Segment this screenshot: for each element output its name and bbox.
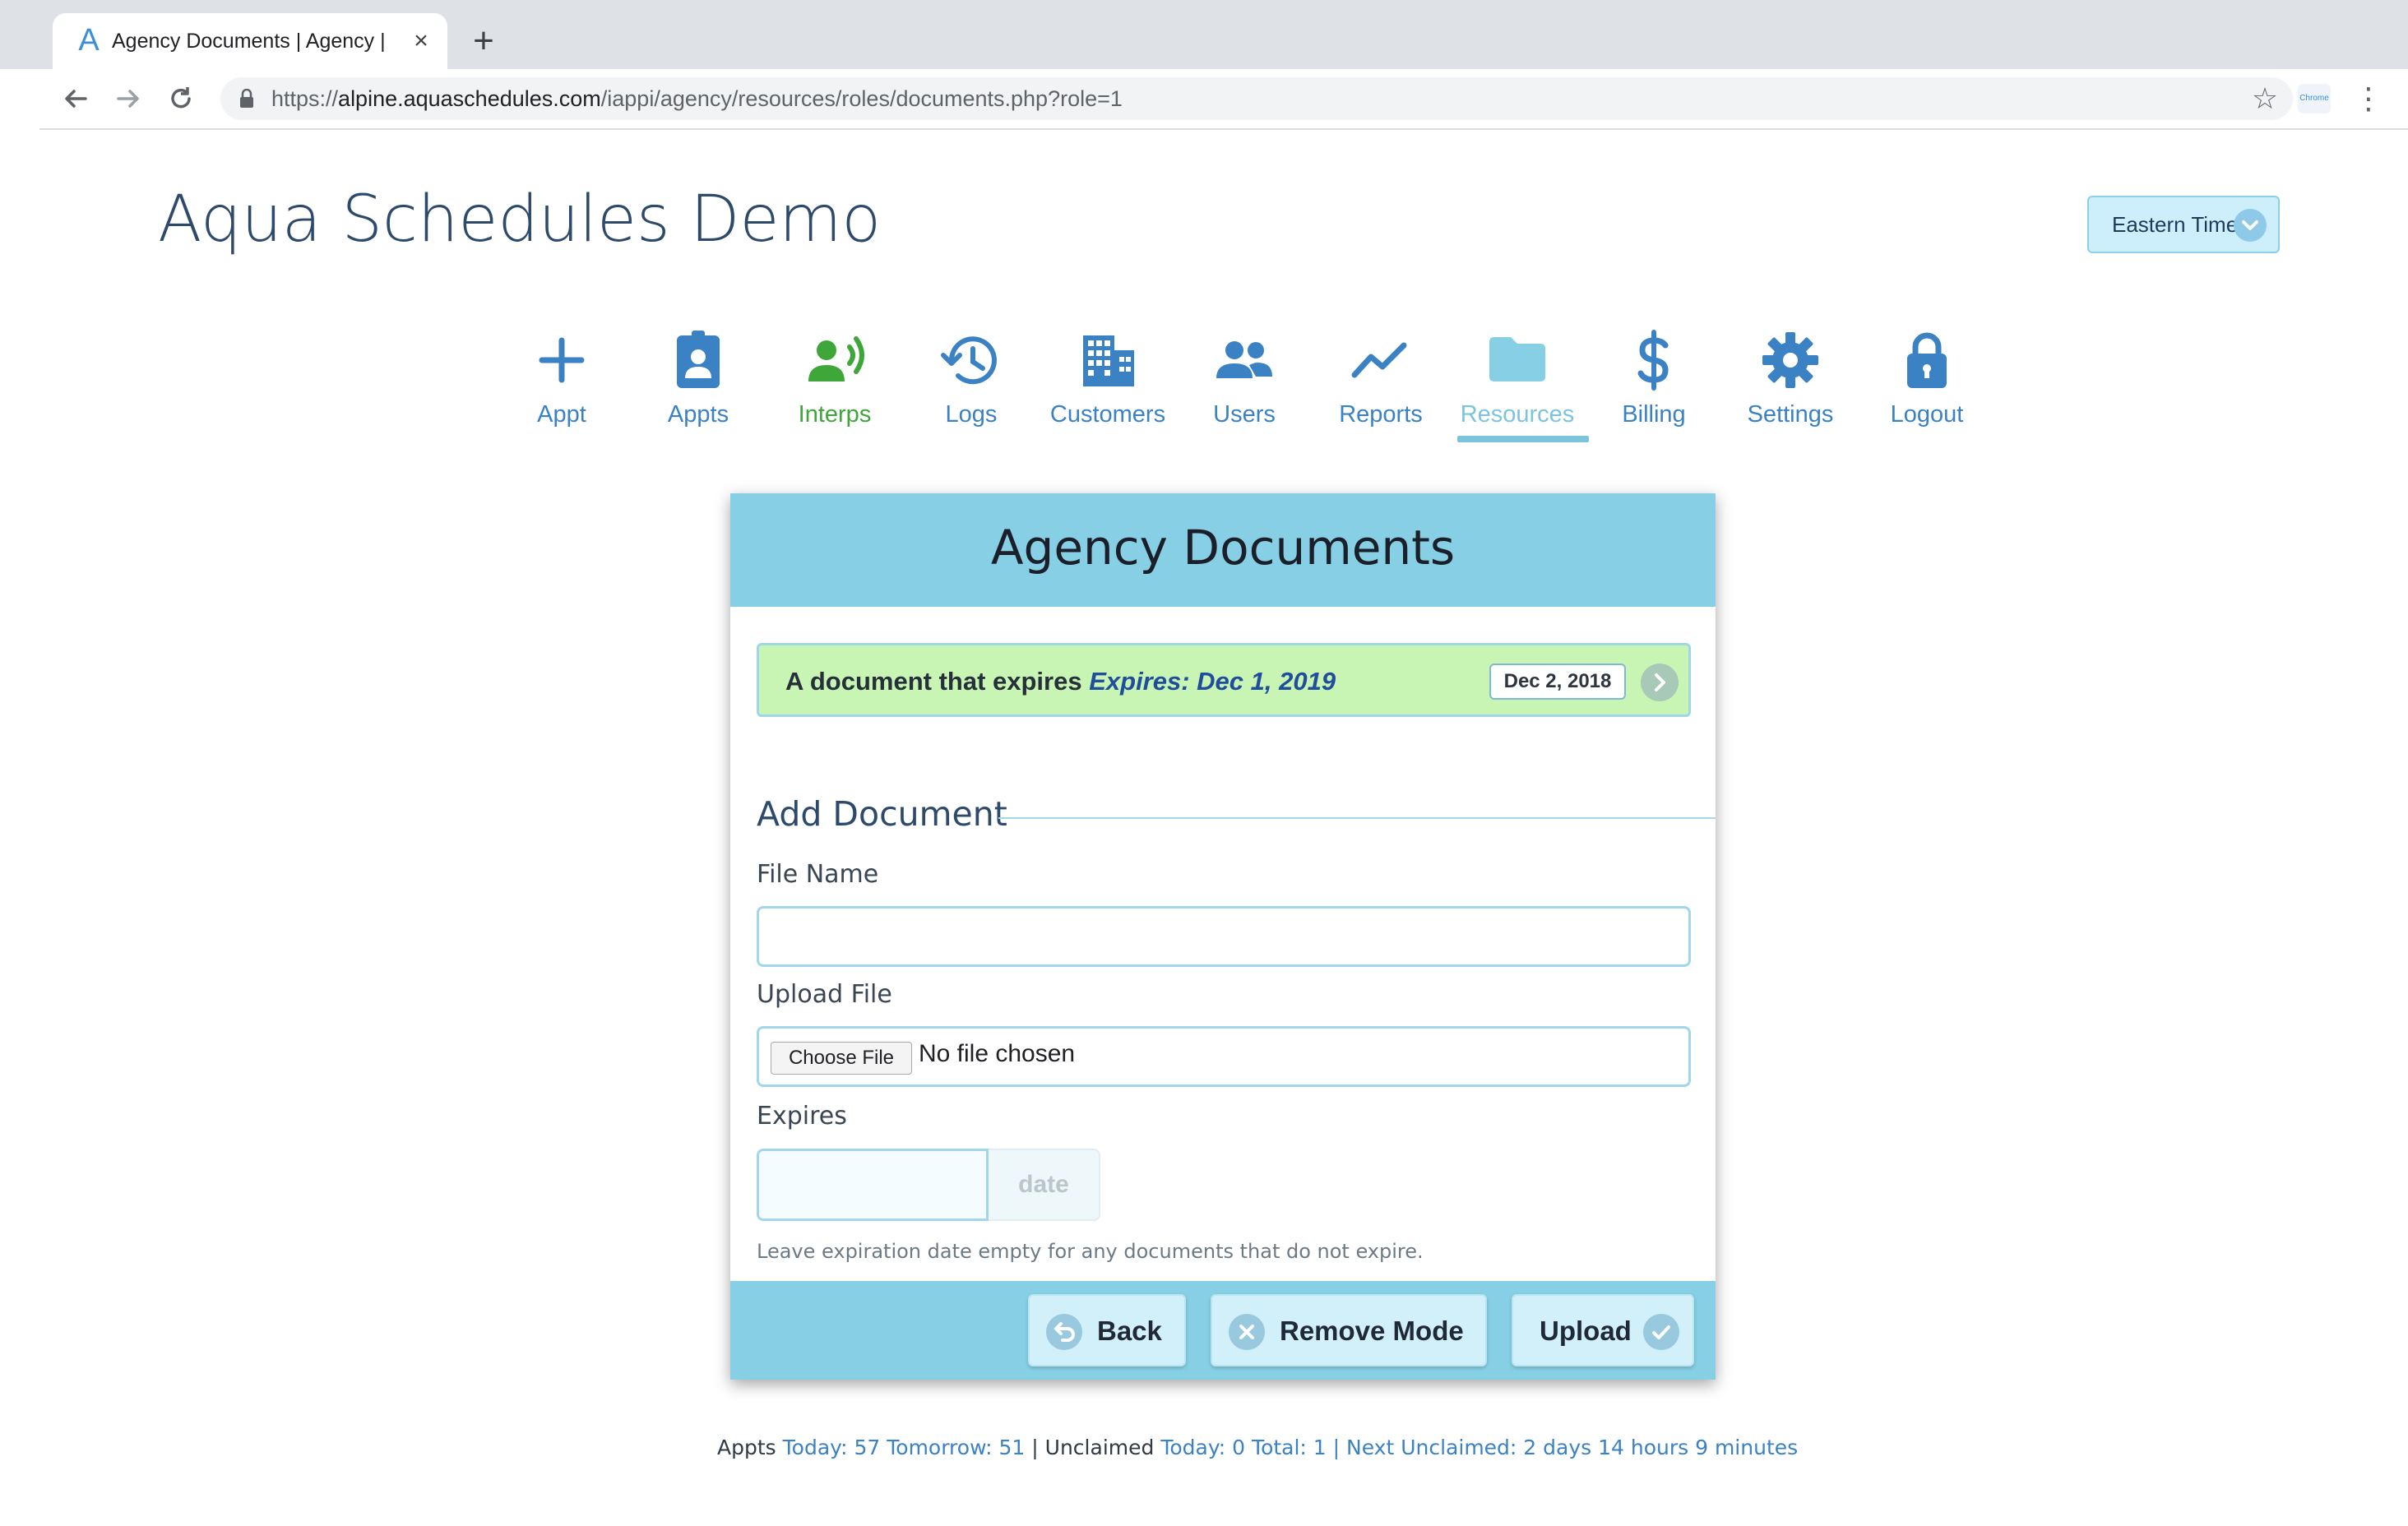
building-icon: [1075, 327, 1141, 393]
chart-line-icon: [1348, 327, 1414, 393]
nav-label: Settings: [1747, 401, 1834, 428]
undo-icon: [1046, 1314, 1082, 1350]
back-button-label: Back: [1097, 1316, 1162, 1346]
nav-item-appts[interactable]: Appts: [630, 326, 766, 449]
reload-icon[interactable]: [163, 81, 199, 117]
bookmark-star-icon[interactable]: ☆: [2250, 84, 2280, 113]
date-addon[interactable]: date: [989, 1149, 1100, 1221]
appointment-stats: Appts Today: 57 Tomorrow: 51 | Unclaimed…: [717, 1436, 1798, 1459]
expires-label: Expires: [757, 1102, 847, 1131]
nav-item-resources[interactable]: Resources: [1449, 326, 1589, 449]
url-path: /iappi/agency/resources/roles/documents.…: [600, 86, 1123, 111]
active-tab-underline: [1457, 436, 1589, 442]
nav-label: Customers: [1049, 401, 1166, 428]
browser-menu-icon[interactable]: ⋮: [2354, 81, 2383, 117]
timezone-label: Eastern Time: [2112, 212, 2239, 237]
nav-label: Appt: [537, 401, 586, 428]
main-nav: Appt Appts Interps Logs Customers Users: [493, 326, 1974, 449]
agency-documents-card: Agency Documents A document that expires…: [730, 493, 1716, 1380]
back-arrow-icon[interactable]: [58, 81, 94, 117]
nav-label: Users: [1213, 401, 1276, 428]
page-title: Aqua Schedules Demo: [158, 183, 882, 257]
nav-label: Logout: [1890, 401, 1964, 428]
nav-item-interps[interactable]: Interps: [766, 326, 903, 449]
speaking-person-icon: [802, 327, 868, 393]
tab-favicon-icon: A: [78, 23, 100, 58]
stats-total-link[interactable]: Total: 1: [1252, 1436, 1327, 1459]
nav-item-billing[interactable]: Billing: [1586, 326, 1722, 449]
document-expiry: Expires: Dec 1, 2019: [1089, 667, 1336, 696]
section-title: Add Document: [757, 794, 1007, 834]
remove-mode-button-label: Remove Mode: [1280, 1316, 1464, 1346]
stats-today-link[interactable]: Today: 57: [783, 1436, 881, 1459]
nav-item-logout[interactable]: Logout: [1859, 326, 1995, 449]
section-divider: [998, 817, 1716, 819]
new-tab-icon[interactable]: +: [467, 23, 500, 59]
document-name: A document that expires: [785, 667, 1082, 696]
stats-unclaimed-today-link[interactable]: Today: 0: [1160, 1436, 1245, 1459]
nav-label: Resources: [1460, 401, 1575, 428]
stats-unclaimed-label: | Unclaimed: [1031, 1436, 1155, 1459]
remove-mode-button[interactable]: Remove Mode: [1211, 1294, 1487, 1366]
address-bar[interactable]: https://alpine.aquaschedules.com/iappi/a…: [220, 77, 2293, 120]
tab-title: Agency Documents | Agency |: [112, 30, 386, 53]
browser-toolbar: https://alpine.aquaschedules.com/iappi/a…: [39, 69, 2408, 130]
badge-icon: [665, 327, 731, 393]
timezone-dropdown[interactable]: Eastern Time: [2087, 196, 2280, 253]
chevron-right-icon[interactable]: [1641, 664, 1679, 701]
chevron-down-icon: [2234, 209, 2267, 242]
browser-tab[interactable]: A Agency Documents | Agency | ×: [53, 13, 447, 69]
stats-next-unclaimed-link[interactable]: | Next Unclaimed: 2 days 14 hours 9 minu…: [1333, 1436, 1798, 1459]
upload-button[interactable]: Upload: [1512, 1294, 1694, 1366]
card-footer: Back Remove Mode Upload: [730, 1281, 1716, 1380]
forward-arrow-icon[interactable]: [110, 81, 146, 117]
nav-item-appt[interactable]: Appt: [493, 326, 630, 449]
url-text: https://alpine.aquaschedules.com/iappi/a…: [271, 86, 1123, 112]
nav-item-customers[interactable]: Customers: [1040, 326, 1176, 449]
card-title: Agency Documents: [990, 520, 1456, 576]
nav-label: Appts: [667, 401, 729, 428]
url-host: alpine.aquaschedules.com: [338, 86, 601, 111]
nav-label: Billing: [1622, 401, 1686, 428]
stats-tomorrow-link[interactable]: Tomorrow: 51: [887, 1436, 1025, 1459]
document-date-badge: Dec 2, 2018: [1489, 664, 1626, 700]
nav-item-reports[interactable]: Reports: [1313, 326, 1449, 449]
nav-item-users[interactable]: Users: [1176, 326, 1313, 449]
expiration-help-text: Leave expiration date empty for any docu…: [757, 1240, 1424, 1263]
nav-label: Logs: [945, 401, 998, 428]
remove-x-icon: [1229, 1314, 1265, 1350]
lock-icon: [238, 88, 255, 109]
file-upload-field: Choose File No file chosen: [757, 1026, 1691, 1087]
checkmark-icon: [1643, 1314, 1679, 1350]
url-scheme: https://: [271, 86, 339, 111]
nav-label: Reports: [1339, 401, 1423, 428]
users-icon: [1211, 327, 1277, 393]
folder-icon: [1484, 327, 1550, 393]
card-header: Agency Documents: [730, 493, 1716, 607]
dollar-icon: [1621, 327, 1687, 393]
browser-tabstrip: A Agency Documents | Agency | × +: [0, 0, 2408, 69]
document-title: A document that expires Expires: Dec 1, …: [785, 667, 1336, 696]
document-row[interactable]: A document that expires Expires: Dec 1, …: [757, 643, 1691, 717]
upload-file-label: Upload File: [757, 980, 892, 1009]
lock-icon: [1894, 327, 1960, 393]
extension-icon[interactable]: Chrome: [2298, 84, 2331, 113]
back-button[interactable]: Back: [1028, 1294, 1186, 1366]
nav-label: Interps: [798, 401, 872, 428]
history-icon: [938, 327, 1004, 393]
file-name-label: File Name: [757, 860, 879, 889]
file-status-text: No file chosen: [919, 1040, 1076, 1067]
choose-file-button[interactable]: Choose File: [771, 1042, 912, 1075]
stats-appts-label: Appts: [717, 1436, 776, 1459]
nav-item-settings[interactable]: Settings: [1722, 326, 1859, 449]
nav-item-logs[interactable]: Logs: [903, 326, 1040, 449]
expires-date-input[interactable]: [757, 1149, 989, 1221]
plus-icon: [529, 327, 595, 393]
upload-button-label: Upload: [1540, 1316, 1632, 1346]
gear-icon: [1757, 327, 1823, 393]
file-name-input[interactable]: [757, 906, 1691, 967]
tab-close-icon[interactable]: ×: [406, 26, 436, 56]
